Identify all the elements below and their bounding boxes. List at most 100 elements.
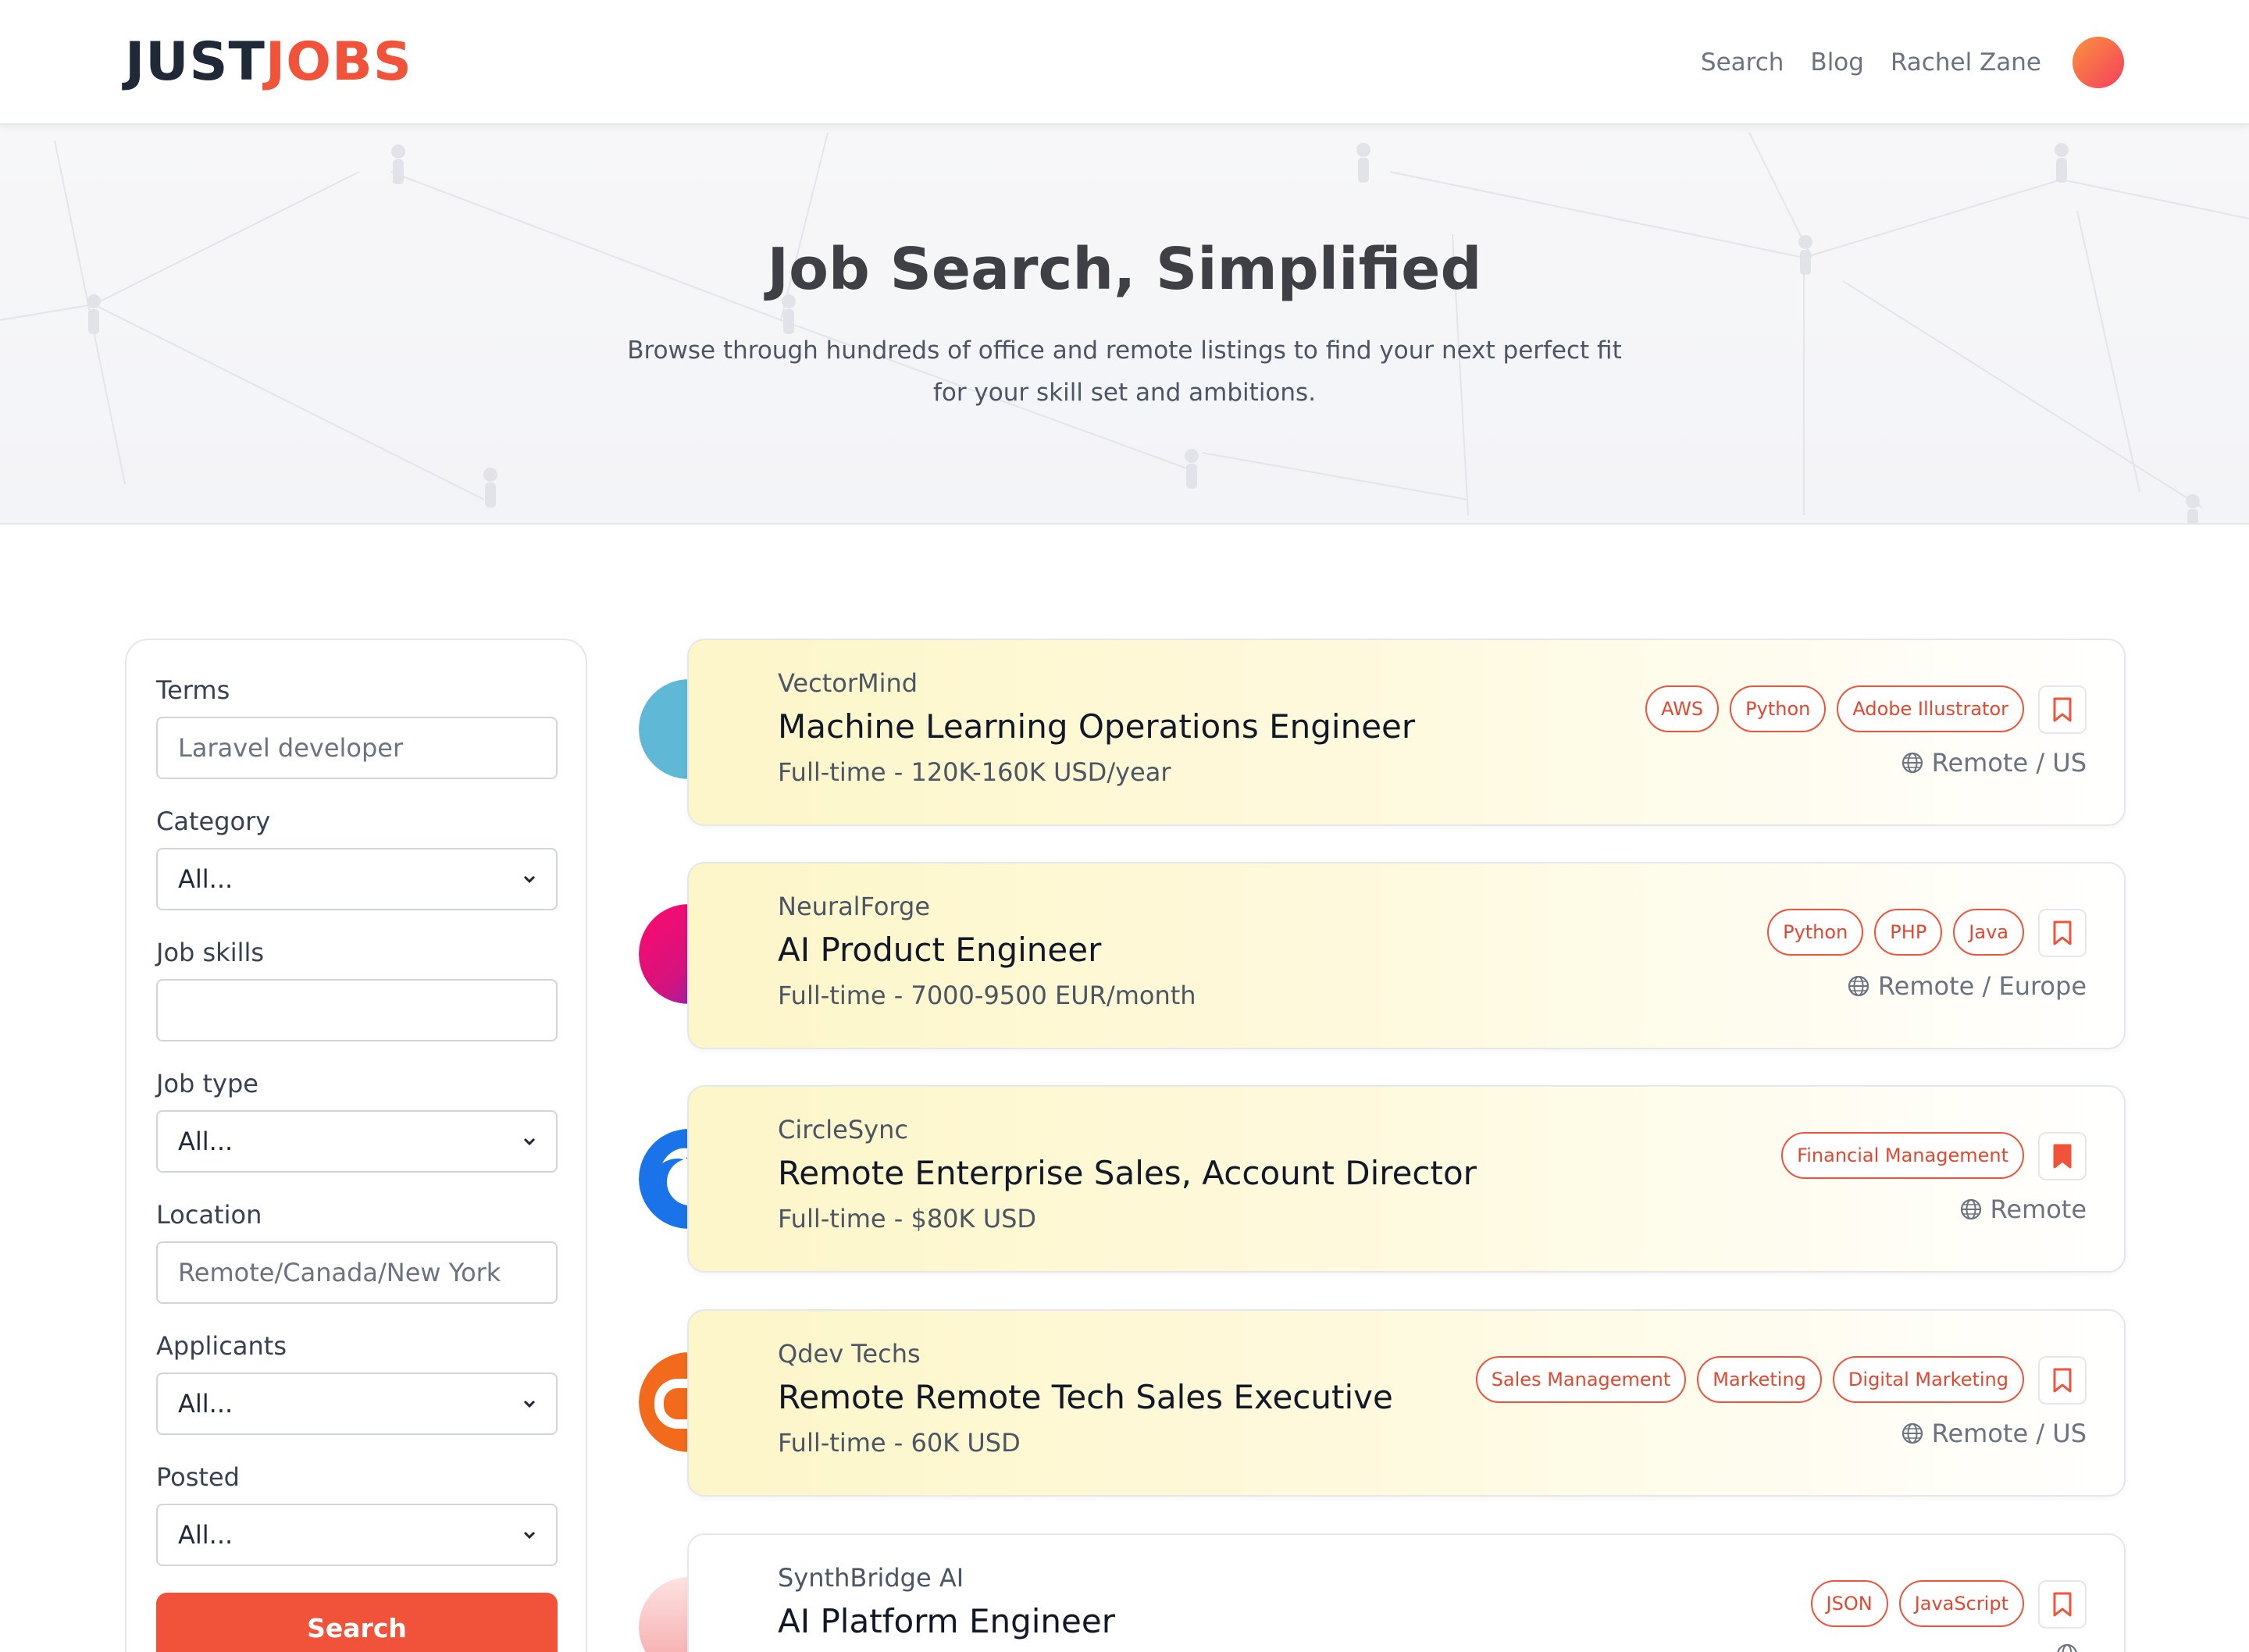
job-card[interactable]: SynthBridge AI AI Platform Engineer JSON…	[687, 1533, 2126, 1652]
job-meta: Full-time - 7000-9500 EUR/month	[778, 981, 1196, 1010]
posted-select-value: All...	[178, 1520, 233, 1550]
globe-icon	[2057, 1643, 2077, 1652]
job-skills-label: Job skills	[156, 938, 265, 967]
bookmark-icon	[2053, 1368, 2072, 1393]
skill-tags: Python PHP Java	[1767, 909, 2024, 956]
job-location-text: Remote / US	[1931, 748, 2087, 778]
job-title[interactable]: AI Product Engineer	[778, 931, 1101, 969]
hero-subtitle: Browse through hundreds of office and re…	[627, 336, 1622, 407]
job-type-field-group: Job type All...	[156, 1065, 558, 1173]
skill-tag[interactable]: JavaScript	[1898, 1580, 2024, 1627]
skill-tag[interactable]: Python	[1730, 685, 1827, 732]
hero-title: Job Search, Simplified	[767, 236, 1482, 303]
job-location: Remote / US	[1901, 1419, 2087, 1448]
category-label: Category	[156, 806, 271, 836]
skill-tags: Sales Management Marketing Digital Marke…	[1475, 1356, 2024, 1403]
chevron-down-icon	[523, 1400, 536, 1408]
applicants-field-group: Applicants All...	[156, 1327, 558, 1435]
job-location-text: Remote	[1990, 1194, 2087, 1224]
company-name: NeuralForge	[778, 892, 930, 921]
posted-select[interactable]: All...	[156, 1504, 558, 1566]
skill-tag[interactable]: Sales Management	[1475, 1356, 1687, 1403]
user-avatar[interactable]	[2073, 37, 2124, 88]
globe-icon	[1901, 752, 1923, 774]
job-meta: Full-time - 120K-160K USD/year	[778, 757, 1171, 787]
job-card[interactable]: VectorMind Machine Learning Operations E…	[687, 639, 2126, 826]
job-location: Remote	[1959, 1194, 2087, 1224]
bookmark-icon	[2053, 1592, 2072, 1617]
search-button[interactable]: Search	[156, 1593, 558, 1652]
job-location	[2055, 1643, 2087, 1652]
category-select[interactable]: All...	[156, 848, 558, 910]
job-skills-input[interactable]	[156, 979, 558, 1041]
job-skills-field-group: Job skills	[156, 934, 558, 1041]
category-field-group: Category All...	[156, 803, 558, 910]
job-card[interactable]: CircleSync Remote Enterprise Sales, Acco…	[687, 1085, 2126, 1273]
applicants-label: Applicants	[156, 1331, 287, 1361]
skill-tag[interactable]: Marketing	[1697, 1356, 1822, 1403]
skill-tag[interactable]: Java	[1953, 909, 2024, 956]
skill-tags: JSON JavaScript	[1810, 1580, 2024, 1627]
job-meta: Full-time - $80K USD	[778, 1204, 1037, 1234]
company-name: CircleSync	[778, 1115, 908, 1145]
chevron-down-icon	[523, 1138, 536, 1146]
nav-user-name[interactable]: Rachel Zane	[1891, 48, 2041, 77]
job-title[interactable]: Remote Remote Tech Sales Executive	[778, 1378, 1393, 1416]
justjobs-logo[interactable]: JUSTJOBS	[125, 33, 412, 92]
job-location-text: Remote / US	[1931, 1419, 2087, 1448]
bookmark-button[interactable]	[2038, 909, 2087, 957]
skill-tag[interactable]: PHP	[1874, 909, 1943, 956]
company-name: SynthBridge AI	[778, 1563, 964, 1593]
company-name: VectorMind	[778, 668, 918, 698]
filter-sidebar: Terms Laravel developer Category All... …	[125, 639, 587, 1652]
skill-tag[interactable]: AWS	[1645, 685, 1720, 732]
job-location: Remote / US	[1901, 748, 2087, 778]
job-type-label: Job type	[156, 1069, 258, 1098]
skill-tag[interactable]: Adobe Illustrator	[1837, 685, 2024, 732]
job-location: Remote / Europe	[1847, 971, 2087, 1001]
bookmark-button[interactable]	[2038, 1132, 2087, 1180]
skill-tag[interactable]: JSON	[1810, 1580, 1888, 1627]
skill-tags: AWS Python Adobe Illustrator	[1645, 685, 2024, 732]
skill-tag[interactable]: Financial Management	[1781, 1132, 2024, 1179]
globe-icon	[1848, 975, 1869, 997]
globe-icon	[1901, 1422, 1923, 1444]
terms-input[interactable]: Laravel developer	[156, 717, 558, 779]
job-card[interactable]: Qdev Techs Remote Remote Tech Sales Exec…	[687, 1309, 2126, 1497]
location-label: Location	[156, 1200, 262, 1230]
globe-icon	[1960, 1198, 1981, 1220]
main-nav: Search Blog Rachel Zane	[1701, 31, 2124, 94]
job-card[interactable]: NeuralForge AI Product Engineer Full-tim…	[687, 862, 2126, 1049]
posted-field-group: Posted All...	[156, 1458, 558, 1566]
company-name: Qdev Techs	[778, 1339, 921, 1369]
bookmark-button[interactable]	[2038, 1356, 2087, 1405]
bookmark-button[interactable]	[2038, 685, 2087, 734]
job-title[interactable]: Machine Learning Operations Engineer	[778, 707, 1415, 746]
applicants-select[interactable]: All...	[156, 1373, 558, 1435]
skill-tag[interactable]: Python	[1767, 909, 1864, 956]
job-type-select[interactable]: All...	[156, 1110, 558, 1173]
bookmark-filled-icon	[2053, 1144, 2072, 1169]
bookmark-icon	[2053, 697, 2072, 722]
job-location-text: Remote / Europe	[1877, 971, 2087, 1001]
location-input[interactable]: Remote/Canada/New York	[156, 1241, 558, 1304]
job-meta: Full-time - 60K USD	[778, 1428, 1021, 1458]
hero-banner: Job Search, Simplified Browse through hu…	[0, 125, 2249, 525]
location-field-group: Location Remote/Canada/New York	[156, 1196, 558, 1304]
bookmark-button[interactable]	[2038, 1580, 2087, 1629]
chevron-down-icon	[523, 1531, 536, 1540]
nav-blog-link[interactable]: Blog	[1810, 48, 1864, 77]
job-type-select-value: All...	[178, 1127, 233, 1156]
top-navbar: JUSTJOBS Search Blog Rachel Zane	[0, 0, 2249, 125]
category-select-value: All...	[178, 864, 233, 894]
job-title[interactable]: Remote Enterprise Sales, Account Directo…	[778, 1154, 1477, 1192]
terms-field-group: Terms Laravel developer	[156, 671, 558, 779]
skill-tag[interactable]: Digital Marketing	[1832, 1356, 2024, 1403]
chevron-down-icon	[523, 875, 536, 884]
applicants-select-value: All...	[178, 1389, 233, 1419]
job-title[interactable]: AI Platform Engineer	[778, 1602, 1115, 1640]
posted-label: Posted	[156, 1462, 240, 1492]
terms-label: Terms	[156, 675, 230, 705]
nav-search-link[interactable]: Search	[1701, 48, 1784, 77]
network-background-graphic	[0, 132, 2249, 523]
